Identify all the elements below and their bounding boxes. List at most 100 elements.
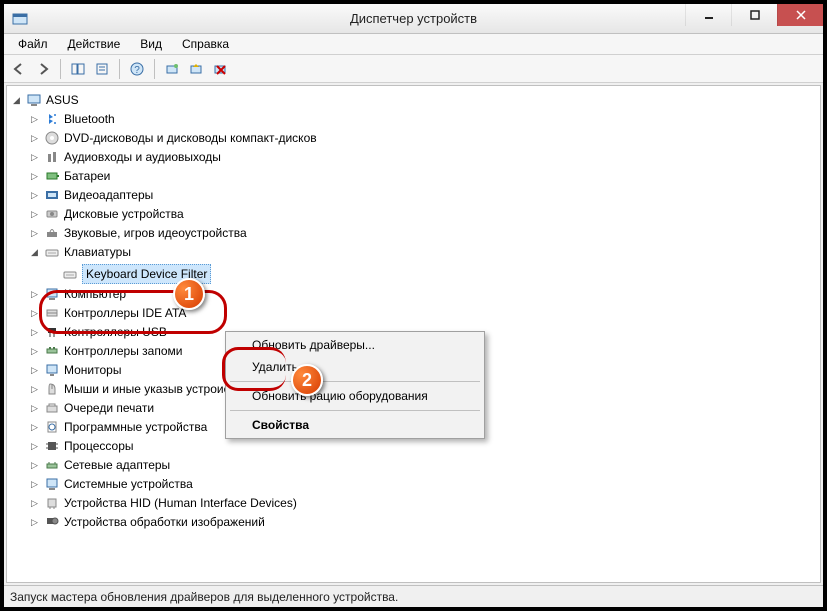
keyboard-icon [62,266,78,282]
toolbar: ? [4,55,823,83]
tree-item[interactable]: ▷ Устройства обработки изображений [27,513,267,531]
expand-icon[interactable]: ▷ [29,399,40,417]
category-icon [44,381,60,397]
tree-item[interactable]: ◢Клавиатуры [27,243,133,261]
help-button[interactable]: ? [126,58,148,80]
expand-icon[interactable]: ▷ [29,167,40,185]
minimize-button[interactable] [685,4,731,26]
expand-icon[interactable]: ▷ [29,513,40,531]
category-icon [44,225,60,241]
category-icon [44,130,60,146]
device-tree-panel: ◢ ASUS ▷ Bluetooth▷DVD-дисководы и дисков… [6,85,821,583]
category-icon [44,324,60,340]
update-driver-button[interactable] [185,58,207,80]
maximize-button[interactable] [731,4,777,26]
menu-action[interactable]: Действие [58,35,131,53]
tree-item[interactable]: ▷ Контроллеры USB [27,323,169,341]
expand-icon[interactable]: ▷ [29,437,40,455]
tree-item[interactable]: ▷Аудиовходы и аудиовыходы [27,148,223,166]
category-icon [44,244,60,260]
expand-icon[interactable]: ▷ [29,205,40,223]
expand-icon[interactable]: ▷ [29,224,40,242]
tree-item-label: Очереди печати [64,399,154,417]
tree-item[interactable]: ▷Компьютер [27,285,128,303]
title-bar: Диспетчер устройств [4,4,823,34]
tree-item-label: Мониторы [64,361,121,379]
status-text: Запуск мастера обновления драйверов для … [10,590,398,604]
tree-item-label: Процессоры [64,437,134,455]
expand-icon[interactable]: ▷ [29,475,40,493]
tree-item-label: Устройства HID (Human Interface Devices) [64,494,297,512]
context-update-drivers[interactable]: Обновить драйверы... [228,334,482,356]
uninstall-button[interactable] [209,58,231,80]
expand-icon[interactable]: ▷ [29,494,40,512]
tree-item[interactable]: ▷ Очереди печати [27,399,156,417]
menu-view[interactable]: Вид [130,35,172,53]
tree-root-label: ASUS [46,91,79,109]
tree-item-label: Системные устройства [64,475,193,493]
toolbar-separator [60,59,61,79]
expand-icon[interactable]: ▷ [29,380,40,398]
expand-icon[interactable]: ▷ [29,186,40,204]
tree-root[interactable]: ◢ ASUS [9,91,81,109]
collapse-icon: ◢ [11,91,22,109]
tree-item-label: Устройства обработки изображений [64,513,265,531]
tree-item[interactable]: ▷Звуковые, игров идеоустройства [27,224,249,242]
tree-item-label: Контроллеры запоми [64,342,182,360]
category-icon [44,187,60,203]
status-bar: Запуск мастера обновления драйверов для … [4,585,823,607]
category-icon [44,305,60,321]
category-icon [44,206,60,222]
category-icon [44,400,60,416]
collapse-icon[interactable]: ◢ [29,243,40,261]
menu-file[interactable]: Файл [8,35,58,53]
category-icon [44,495,60,511]
tree-item-child[interactable]: Keyboard Device Filter [45,264,213,284]
expand-icon[interactable]: ▷ [29,129,40,147]
tree-item[interactable]: ▷ Контроллеры запоми [27,342,184,360]
tree-item[interactable]: ▷Сетевые адаптеры [27,456,172,474]
tree-item-label: Мыши и иные указыв устроиства [64,380,248,398]
expand-icon[interactable]: ▷ [29,418,40,436]
category-icon [44,343,60,359]
context-delete[interactable]: Удалить [228,356,482,378]
expand-icon[interactable]: ▷ [29,323,40,341]
tree-item[interactable]: ▷ Системные устройства [27,475,195,493]
context-scan-hardware[interactable]: Обновить рацию оборудования [228,385,482,407]
close-button[interactable] [777,4,823,26]
tree-item-label: Bluetooth [64,110,115,128]
expand-icon[interactable]: ▷ [29,361,40,379]
properties-button[interactable] [91,58,113,80]
scan-hardware-button[interactable] [161,58,183,80]
forward-button[interactable] [32,58,54,80]
tree-item[interactable]: ▷Дисковые устройства [27,205,186,223]
menu-bar: Файл Действие Вид Справка [4,34,823,55]
tree-item[interactable]: ▷ Устройства HID (Human Interface Devices… [27,494,299,512]
expand-icon[interactable]: ▷ [29,285,40,303]
back-button[interactable] [8,58,30,80]
tree-item[interactable]: ▷Батареи [27,167,112,185]
tree-item[interactable]: ▷ Bluetooth [27,110,117,128]
expand-icon[interactable]: ▷ [29,148,40,166]
tree-item[interactable]: ▷Видеоадаптеры [27,186,155,204]
tree-item[interactable]: ▷ Мыши и иные указыв устроиства [27,380,250,398]
tree-item[interactable]: ▷ Процессоры [27,437,136,455]
tree-item[interactable]: ▷ Мониторы [27,361,123,379]
toolbar-separator [119,59,120,79]
tree-item-label: Контроллеры USB [64,323,167,341]
expand-icon[interactable]: ▷ [29,304,40,322]
expand-icon[interactable]: ▷ [29,110,40,128]
category-icon [44,168,60,184]
expand-icon[interactable]: ▷ [29,456,40,474]
computer-icon [26,92,42,108]
svg-text:?: ? [134,65,140,76]
menu-help[interactable]: Справка [172,35,239,53]
tree-item[interactable]: ▷Контроллеры IDE ATA [27,304,188,322]
context-properties[interactable]: Свойства [228,414,482,436]
category-icon [44,457,60,473]
show-hide-tree-button[interactable] [67,58,89,80]
context-separator [230,381,480,382]
expand-icon[interactable]: ▷ [29,342,40,360]
tree-item[interactable]: ▷Программные устройства [27,418,209,436]
tree-item[interactable]: ▷DVD-дисководы и дисководы компакт-диско… [27,129,319,147]
